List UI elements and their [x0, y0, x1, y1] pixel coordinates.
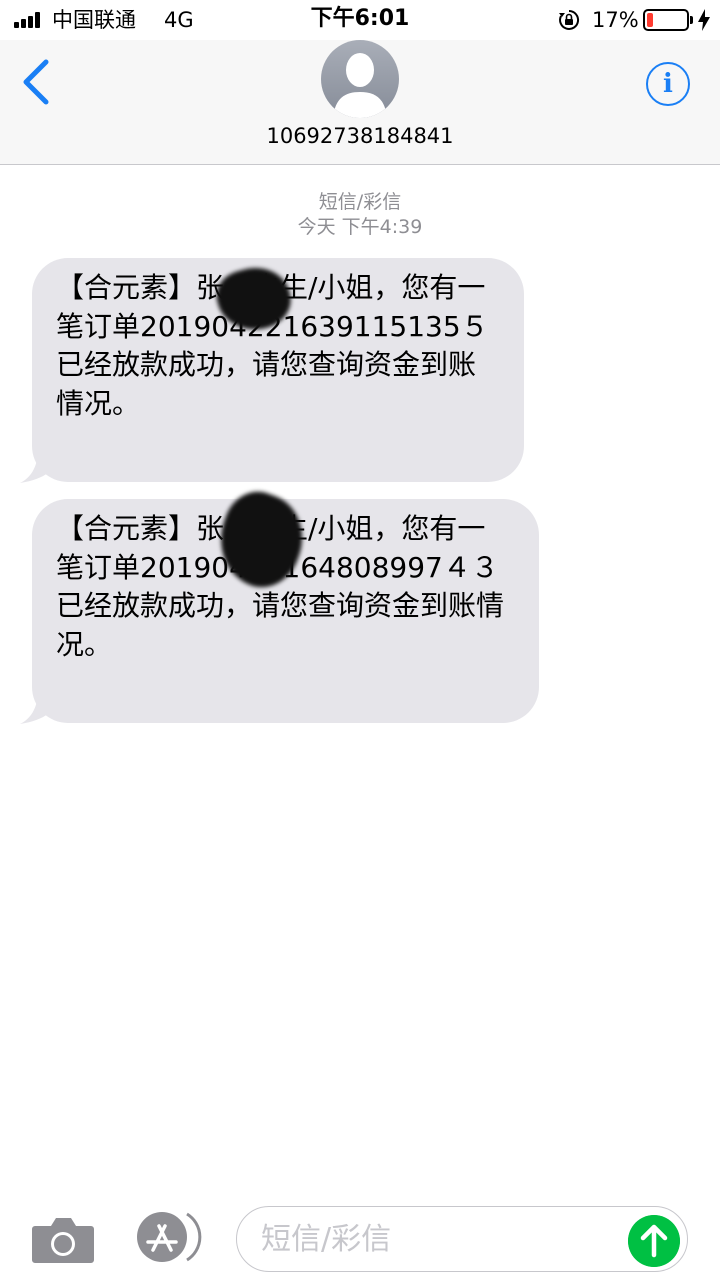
message-type-label: 短信/彩信 — [318, 191, 402, 213]
camera-icon[interactable] — [31, 1214, 95, 1264]
info-button[interactable]: i — [646, 62, 690, 106]
conversation-header: 10692738184841 i — [0, 40, 720, 165]
rotation-lock-icon — [559, 9, 580, 30]
message-input-placeholder: 短信/彩信 — [261, 1222, 392, 1257]
battery-tip — [690, 16, 693, 24]
app-store-icon[interactable] — [134, 1210, 204, 1264]
battery-percent: 17% — [592, 8, 639, 32]
battery-level-fill — [647, 13, 653, 27]
status-bar: 中国联通 4G 下午6:01 17% — [0, 0, 720, 40]
message-timestamp: 今天 下午4:39 — [297, 216, 423, 238]
charging-bolt-icon — [698, 9, 710, 31]
contact-avatar[interactable] — [321, 40, 399, 118]
person-icon — [333, 53, 387, 118]
compose-bar: 短信/彩信 — [0, 1196, 720, 1280]
back-button[interactable] — [16, 58, 60, 108]
contact-number[interactable]: 10692738184841 — [0, 122, 720, 150]
send-button[interactable] — [628, 1215, 680, 1267]
battery-icon — [643, 9, 689, 31]
message-input[interactable]: 短信/彩信 — [236, 1206, 688, 1272]
